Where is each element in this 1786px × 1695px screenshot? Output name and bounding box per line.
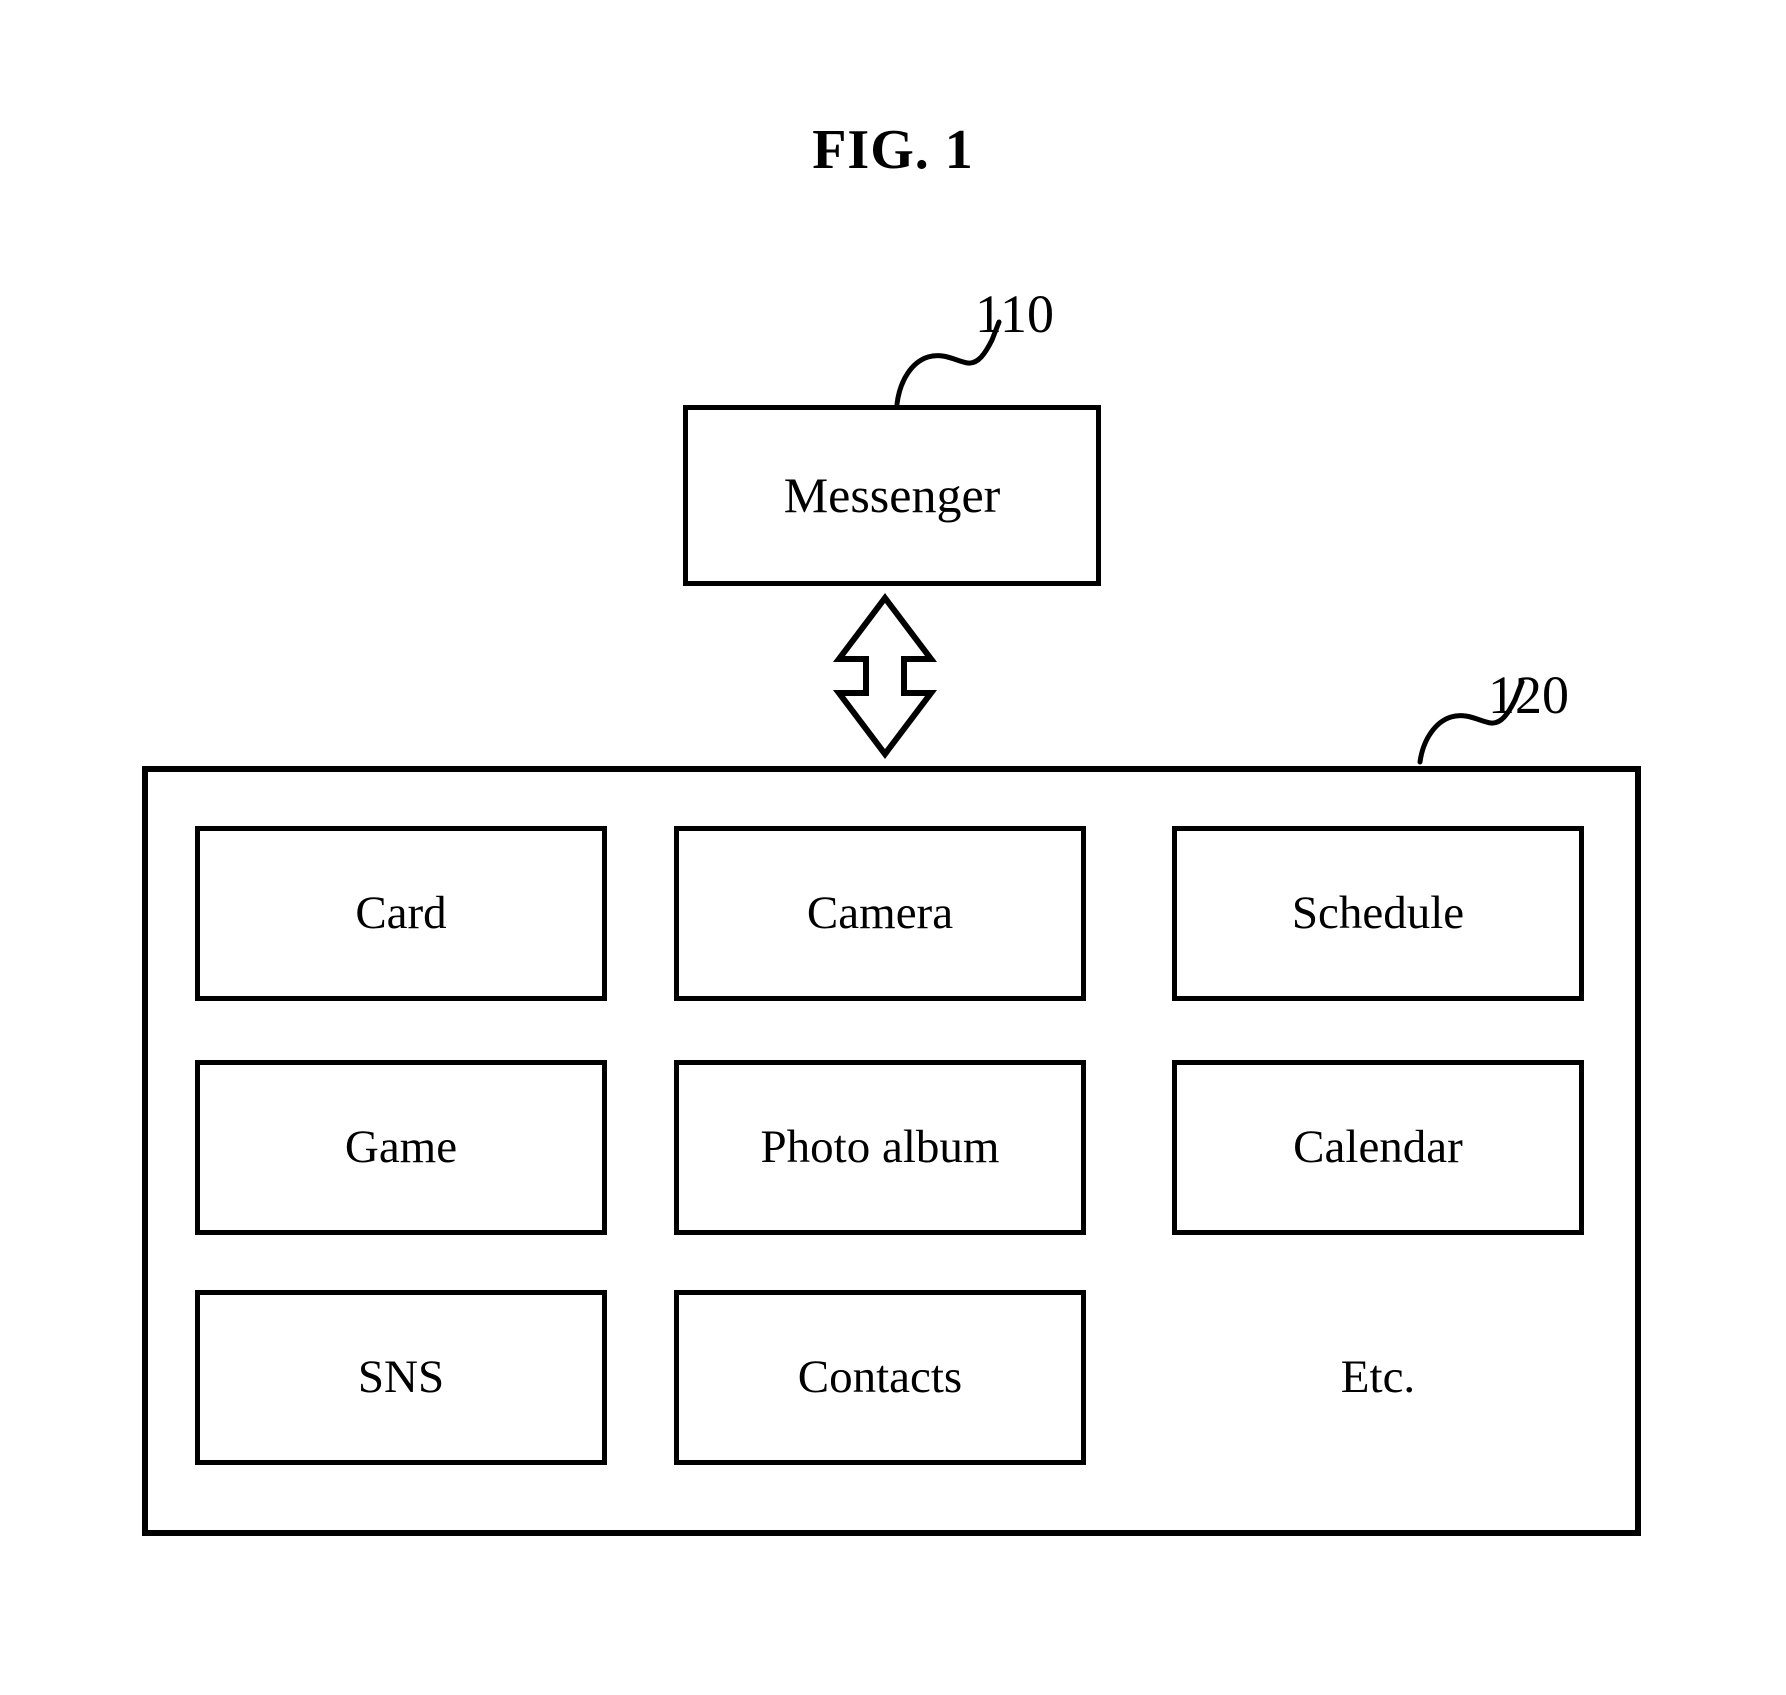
figure-title: FIG. 1 <box>812 119 974 181</box>
bidirectional-arrow <box>832 593 938 759</box>
figure-canvas: FIG. 1 Messenger 110 120 Card Camera Sch… <box>0 0 1786 1695</box>
reference-numeral-110: 110 <box>975 284 1054 344</box>
grid-cell-label: Camera <box>806 886 954 939</box>
grid-cell-etc: Etc. <box>1172 1290 1584 1465</box>
grid-cell-contacts: Contacts <box>674 1290 1086 1465</box>
grid-cell-label: Etc. <box>1340 1350 1416 1403</box>
grid-cell-schedule: Schedule <box>1172 826 1584 1001</box>
grid-cell-card: Card <box>195 826 607 1001</box>
grid-cell-label: Calendar <box>1293 1120 1463 1173</box>
grid-cell-game: Game <box>195 1060 607 1235</box>
grid-cell-photo-album: Photo album <box>674 1060 1086 1235</box>
grid-cell-sns: SNS <box>195 1290 607 1465</box>
grid-cell-label: Photo album <box>760 1120 1000 1173</box>
grid-cell-label: SNS <box>357 1350 445 1403</box>
reference-numeral-120: 120 <box>1488 665 1569 725</box>
messenger-block-label: Messenger <box>783 467 1001 524</box>
grid-cell-label: Schedule <box>1291 886 1465 939</box>
grid-cell-camera: Camera <box>674 826 1086 1001</box>
grid-cell-label: Contacts <box>797 1350 963 1403</box>
grid-cell-calendar: Calendar <box>1172 1060 1584 1235</box>
grid-cell-label: Card <box>355 886 447 939</box>
grid-cell-label: Game <box>344 1120 458 1173</box>
messenger-block: Messenger <box>683 405 1101 586</box>
